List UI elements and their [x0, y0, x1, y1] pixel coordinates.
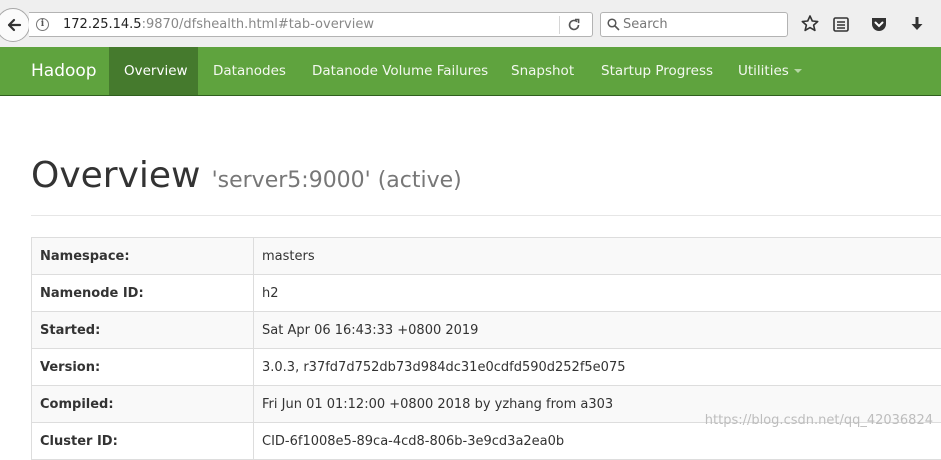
- reader-list-icon[interactable]: [831, 14, 851, 34]
- row-key: Namespace:: [32, 238, 254, 275]
- urlbar-divider: [559, 16, 560, 34]
- page-title: Overview: [31, 155, 201, 196]
- nav-tab-datanodes[interactable]: Datanodes: [198, 47, 301, 95]
- bookmark-star-icon[interactable]: [800, 14, 820, 34]
- table-row: Started: Sat Apr 06 16:43:33 +0800 2019: [32, 312, 941, 349]
- utilities-label: Utilities: [738, 63, 789, 79]
- row-key: Version:: [32, 349, 254, 386]
- brand-logo-text[interactable]: Hadoop: [31, 61, 97, 81]
- table-row: Namespace: masters: [32, 238, 941, 275]
- row-value: 3.0.3, r37fd7d752db73d984dc31e0cdfd590d2…: [254, 349, 941, 386]
- pocket-icon[interactable]: [869, 14, 889, 34]
- url-path: :9870/dfshealth.html#tab-overview: [142, 17, 374, 32]
- nav-tab-datanode-volume-failures[interactable]: Datanode Volume Failures: [297, 47, 503, 95]
- row-key: Cluster ID:: [32, 423, 254, 460]
- row-key: Namenode ID:: [32, 275, 254, 312]
- page-subtitle: 'server5:9000' (active): [212, 168, 462, 193]
- row-value: Sat Apr 06 16:43:33 +0800 2019: [254, 312, 941, 349]
- header-divider: [31, 215, 941, 216]
- row-value: CID-6f1008e5-89ca-4cd8-806b-3e9cd3a2ea0b: [254, 423, 941, 460]
- url-text[interactable]: 172.25.14.5:9870/dfshealth.html#tab-over…: [63, 17, 374, 33]
- nav-tab-utilities[interactable]: Utilities: [723, 47, 817, 95]
- navbar: Hadoop Overview Datanodes Datanode Volum…: [0, 47, 941, 96]
- download-arrow-icon[interactable]: [907, 14, 927, 34]
- nav-tab-snapshot[interactable]: Snapshot: [496, 47, 589, 95]
- url-host: 172.25.14.5: [63, 17, 142, 32]
- row-key: Compiled:: [32, 386, 254, 423]
- row-key: Started:: [32, 312, 254, 349]
- table-row: Cluster ID: CID-6f1008e5-89ca-4cd8-806b-…: [32, 423, 941, 460]
- reload-icon[interactable]: [567, 18, 581, 32]
- table-row: Version: 3.0.3, r37fd7d752db73d984dc31e0…: [32, 349, 941, 386]
- search-icon: [607, 18, 620, 31]
- row-value: h2: [254, 275, 941, 312]
- back-arrow-icon: [6, 17, 22, 33]
- table-row: Namenode ID: h2: [32, 275, 941, 312]
- search-input[interactable]: [623, 16, 783, 33]
- info-icon[interactable]: i: [36, 18, 49, 31]
- address-bar[interactable]: i 172.25.14.5:9870/dfshealth.html#tab-ov…: [29, 12, 593, 37]
- watermark-text: https://blog.csdn.net/qq_42036824: [705, 413, 933, 428]
- nav-tab-startup-progress[interactable]: Startup Progress: [586, 47, 728, 95]
- caret-down-icon: [794, 69, 802, 73]
- browser-toolbar: i 172.25.14.5:9870/dfshealth.html#tab-ov…: [0, 0, 941, 48]
- nav-tab-overview[interactable]: Overview: [109, 47, 198, 95]
- page-header: Overview 'server5:9000' (active): [31, 155, 462, 197]
- back-button[interactable]: [0, 8, 30, 42]
- row-value: masters: [254, 238, 941, 275]
- search-box[interactable]: [600, 12, 788, 37]
